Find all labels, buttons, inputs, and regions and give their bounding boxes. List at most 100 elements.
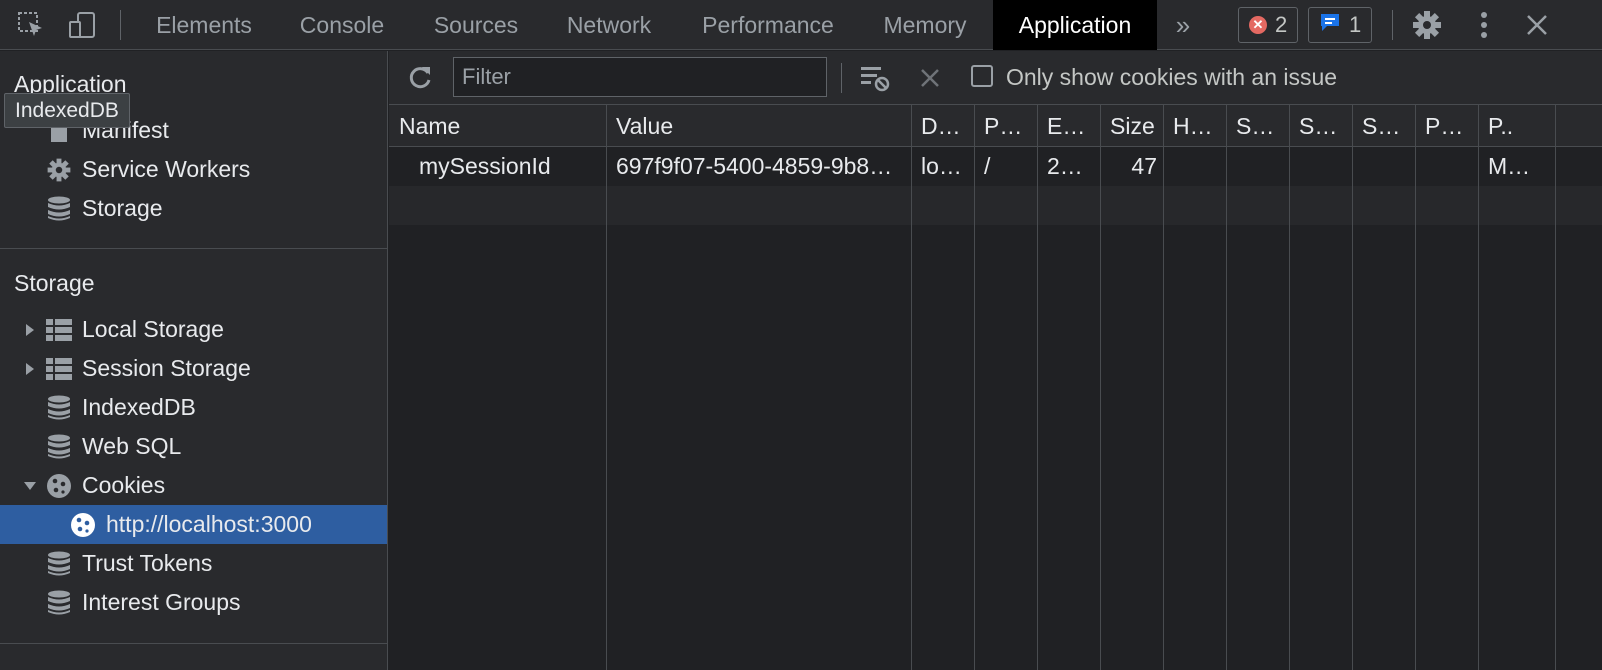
tab-network[interactable]: Network <box>546 0 672 50</box>
column-header-size[interactable]: Size <box>1100 105 1163 147</box>
table-grid-icon <box>44 315 74 345</box>
tab-memory[interactable]: Memory <box>862 0 988 50</box>
collapse-arrow-icon[interactable] <box>22 481 38 491</box>
close-devtools-icon[interactable] <box>1520 0 1554 50</box>
column-divider <box>1415 105 1416 670</box>
column-header-secure[interactable]: S… <box>1226 105 1289 147</box>
column-divider <box>1100 105 1101 670</box>
cookies-filter-bar: Only show cookies with an issue <box>389 51 1602 105</box>
message-icon <box>1319 11 1341 39</box>
sidebar-item-storage-overview[interactable]: Storage <box>0 189 387 228</box>
sidebar-item-cookies-localhost[interactable]: http://localhost:3000 <box>0 505 387 544</box>
column-header-httponly[interactable]: H… <box>1163 105 1226 147</box>
tab-console[interactable]: Console <box>278 0 406 50</box>
more-tabs-icon[interactable]: » <box>1166 0 1200 50</box>
sidebar-item-label: Trust Tokens <box>82 550 213 576</box>
table-grid-icon <box>44 354 74 384</box>
cookies-panel: Only show cookies with an issue Name Val… <box>389 51 1602 670</box>
toolbar-separator <box>1392 10 1393 40</box>
database-icon <box>44 432 74 462</box>
refresh-icon[interactable] <box>403 51 437 105</box>
database-icon <box>44 194 74 224</box>
sidebar-item-label: IndexedDB <box>82 394 196 420</box>
column-divider <box>1289 105 1290 670</box>
database-icon <box>44 393 74 423</box>
sidebar-item-label: Interest Groups <box>82 589 241 615</box>
message-count: 1 <box>1349 12 1362 37</box>
sidebar-item-label: Local Storage <box>82 316 224 342</box>
column-header-samesite[interactable]: S… <box>1289 105 1352 147</box>
section-divider <box>0 643 387 644</box>
database-icon <box>44 549 74 579</box>
sidebar-item-label: Service Workers <box>82 156 251 182</box>
cookie-value-cell: 697f9f07-5400-4859-9b8… <box>616 153 893 179</box>
sidebar-item-interest-groups[interactable]: Interest Groups <box>0 583 387 622</box>
more-options-icon[interactable] <box>1470 0 1498 50</box>
column-header-expires[interactable]: E… <box>1037 105 1100 147</box>
device-toolbar-icon[interactable] <box>64 0 100 50</box>
sidebar-item-session-storage[interactable]: Session Storage <box>0 349 387 388</box>
only-issues-checkbox[interactable] <box>971 65 993 87</box>
database-icon <box>44 588 74 618</box>
sidebar-item-cookies[interactable]: Cookies <box>0 466 387 505</box>
sidebar-item-label: Web SQL <box>82 433 182 459</box>
filter-input[interactable] <box>453 57 827 97</box>
tab-performance[interactable]: Performance <box>680 0 856 50</box>
clear-filtered-cookies-icon[interactable] <box>857 51 893 105</box>
application-sidebar: Application Manifest Service Workers Sto… <box>0 51 388 670</box>
sidebar-item-label: Storage <box>82 195 163 221</box>
delete-selected-icon[interactable] <box>915 51 945 105</box>
column-divider <box>1163 105 1164 670</box>
devtools-toolbar: Elements Console Sources Network Perform… <box>0 0 1602 50</box>
column-header-path[interactable]: P… <box>974 105 1037 147</box>
storage-section-title: Storage <box>14 270 95 296</box>
column-divider <box>1352 105 1353 670</box>
settings-gear-icon[interactable] <box>1408 0 1446 50</box>
expand-arrow-icon[interactable] <box>22 323 38 337</box>
tooltip: IndexedDB <box>4 93 130 128</box>
cookie-path-cell: / <box>984 153 991 179</box>
column-divider <box>911 105 912 670</box>
error-icon: ✕ <box>1249 16 1267 34</box>
tab-elements[interactable]: Elements <box>136 0 272 50</box>
sidebar-item-service-workers[interactable]: Service Workers <box>0 150 387 189</box>
table-row[interactable]: mySessionId 697f9f07-5400-4859-9b8… lo… … <box>389 147 1602 186</box>
sidebar-item-label: Session Storage <box>82 355 251 381</box>
cookie-name-cell: mySessionId <box>419 153 551 179</box>
sidebar-item-web-sql[interactable]: Web SQL <box>0 427 387 466</box>
column-divider <box>1037 105 1038 670</box>
error-count-badge[interactable]: ✕ 2 <box>1238 7 1299 43</box>
column-header-partition-key[interactable]: P… <box>1415 105 1478 147</box>
cookies-table: Name Value D… P… E… Size H… S… S… S… P… … <box>389 105 1602 670</box>
tab-application[interactable]: Application <box>993 0 1157 50</box>
column-header-name[interactable]: Name <box>389 105 606 147</box>
column-divider <box>1226 105 1227 670</box>
column-header-sameparty[interactable]: S… <box>1352 105 1415 147</box>
inspect-element-icon[interactable] <box>14 0 48 50</box>
cookie-domain-cell: lo… <box>921 153 962 179</box>
column-divider <box>974 105 975 670</box>
expand-arrow-icon[interactable] <box>22 362 38 376</box>
sidebar-item-trust-tokens[interactable]: Trust Tokens <box>0 544 387 583</box>
column-divider <box>1555 105 1556 670</box>
column-header-domain[interactable]: D… <box>911 105 974 147</box>
column-header-value[interactable]: Value <box>606 105 911 147</box>
column-divider <box>606 105 607 670</box>
table-header-row: Name Value D… P… E… Size H… S… S… S… P… … <box>389 105 1602 147</box>
only-issues-label: Only show cookies with an issue <box>1006 64 1338 90</box>
issues-count-badge[interactable]: 1 <box>1308 7 1373 43</box>
sidebar-item-label: Cookies <box>82 472 166 498</box>
sidebar-item-label: http://localhost:3000 <box>106 511 312 537</box>
filter-separator <box>841 63 842 93</box>
sidebar-item-indexeddb[interactable]: IndexedDB <box>0 388 387 427</box>
cookie-icon <box>68 510 98 540</box>
cookie-priority-cell: M… <box>1488 153 1531 179</box>
cookie-icon <box>44 471 74 501</box>
column-header-priority[interactable]: P.. <box>1478 105 1602 147</box>
table-row-empty <box>389 186 1602 225</box>
sidebar-item-local-storage[interactable]: Local Storage <box>0 310 387 349</box>
cookie-size-cell: 47 <box>1131 153 1157 179</box>
tab-sources[interactable]: Sources <box>414 0 538 50</box>
section-divider <box>0 248 387 249</box>
toolbar-separator <box>120 10 121 40</box>
